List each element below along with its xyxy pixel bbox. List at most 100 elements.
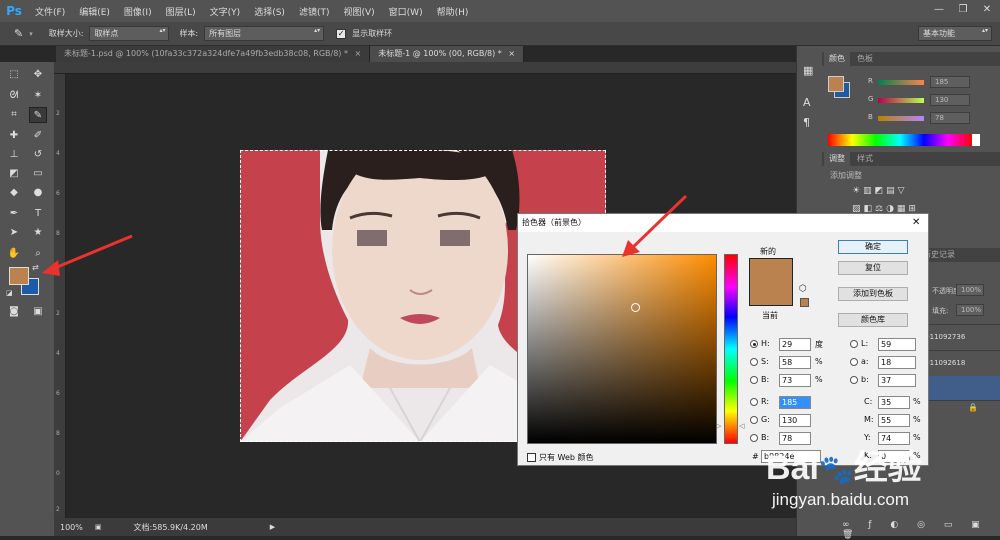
lab-b-input[interactable]: 37 xyxy=(878,374,916,387)
sample-size-label: 取样大小: xyxy=(48,29,84,38)
slider-b[interactable] xyxy=(878,116,924,121)
radio-b[interactable] xyxy=(750,434,758,442)
a-input[interactable]: 18 xyxy=(878,356,916,369)
tool-preset-chevron-icon[interactable]: ▾ xyxy=(29,30,33,38)
menu-select[interactable]: 选择(S) xyxy=(247,5,292,18)
type-tool-icon[interactable]: T xyxy=(29,206,47,222)
spectrum-white[interactable] xyxy=(972,134,980,146)
radio-lab-b[interactable] xyxy=(850,376,858,384)
stamp-tool-icon[interactable]: ⊥ xyxy=(5,147,23,163)
radio-l[interactable] xyxy=(850,340,858,348)
path-select-icon[interactable]: ➤ xyxy=(5,225,23,241)
sample-select[interactable]: 所有图层 xyxy=(204,26,325,41)
restore-button[interactable]: ❐ xyxy=(952,0,974,20)
foreground-color-swatch[interactable] xyxy=(9,267,29,285)
web-only-checkbox[interactable] xyxy=(527,453,536,462)
character-panel-icon[interactable]: A xyxy=(803,96,811,109)
default-colors-icon[interactable]: ◪ xyxy=(6,289,13,297)
saturation-brightness-field[interactable] xyxy=(527,254,717,444)
menu-file[interactable]: 文件(F) xyxy=(28,5,72,18)
radio-r[interactable] xyxy=(750,398,758,406)
menu-image[interactable]: 图像(I) xyxy=(117,5,159,18)
hue-slider[interactable] xyxy=(724,254,738,444)
zoom-level[interactable]: 100% xyxy=(60,523,83,532)
fill-value[interactable]: 100% xyxy=(956,304,984,316)
menu-edit[interactable]: 编辑(E) xyxy=(72,5,117,18)
radio-g[interactable] xyxy=(750,416,758,424)
workspace-select[interactable]: 基本功能 xyxy=(918,26,992,41)
panel-foreground-swatch[interactable] xyxy=(828,76,844,92)
menu-window[interactable]: 窗口(W) xyxy=(382,5,430,18)
r-input[interactable]: 185 xyxy=(779,396,811,409)
eyedropper-tool-icon[interactable]: ✎ xyxy=(29,107,47,123)
adjust-icons-row-1[interactable]: ☀▥◩▤▽ xyxy=(852,186,908,196)
shape-tool-icon[interactable]: ★ xyxy=(29,225,47,241)
value-g[interactable]: 130 xyxy=(930,94,970,106)
tab-close-icon[interactable]: × xyxy=(355,49,362,58)
blur-tool-icon[interactable]: ◆ xyxy=(5,185,23,201)
color-spectrum-bar[interactable] xyxy=(828,134,972,146)
brush-tool-icon[interactable]: ✐ xyxy=(29,128,47,144)
slider-r[interactable] xyxy=(878,80,924,85)
opacity-value[interactable]: 100% xyxy=(956,284,984,296)
l-input[interactable]: 59 xyxy=(878,338,916,351)
eyedropper-icon[interactable]: ✎ xyxy=(14,27,23,40)
tab-swatches[interactable]: 色板 xyxy=(852,52,878,66)
dodge-tool-icon[interactable]: ● xyxy=(29,185,47,201)
paragraph-panel-icon[interactable]: ¶ xyxy=(803,116,810,129)
tab-close-icon[interactable]: × xyxy=(508,49,515,58)
history-brush-icon[interactable]: ↺ xyxy=(29,147,47,163)
tab-adjustments[interactable]: 调整 xyxy=(824,152,850,166)
pen-tool-icon[interactable]: ✒ xyxy=(5,206,23,222)
tab-document-2[interactable]: 未标题-1 @ 100% (00, RGB/8) * × xyxy=(370,46,525,62)
slider-g[interactable] xyxy=(878,98,924,103)
gamut-cube-icon[interactable]: ⬡ xyxy=(799,284,807,294)
value-r[interactable]: 185 xyxy=(930,76,970,88)
minimize-button[interactable]: — xyxy=(928,0,950,20)
ok-button[interactable]: 确定 xyxy=(838,240,908,254)
close-button[interactable]: ✕ xyxy=(976,0,998,20)
lasso-tool-icon[interactable]: ᘛ xyxy=(5,88,23,104)
screen-mode-icon[interactable]: ▣ xyxy=(29,304,47,320)
c-input[interactable]: 35 xyxy=(878,396,910,409)
show-ring-checkbox[interactable]: ✓ xyxy=(336,28,347,39)
hue-slider-left-handle-icon[interactable]: ▷ xyxy=(716,422,721,430)
menu-layer[interactable]: 图层(L) xyxy=(159,5,203,18)
magic-wand-icon[interactable]: ✶ xyxy=(29,88,47,104)
status-menu-icon[interactable]: ▶ xyxy=(270,523,275,531)
web-safe-swatch-icon[interactable] xyxy=(800,298,809,307)
radio-h[interactable] xyxy=(750,340,758,348)
marquee-tool-icon[interactable]: ⬚ xyxy=(5,67,23,83)
move-tool-icon[interactable]: ✥ xyxy=(29,67,47,83)
brightness-input[interactable]: 73 xyxy=(779,374,811,387)
s-input[interactable]: 58 xyxy=(779,356,811,369)
reset-button[interactable]: 复位 xyxy=(838,261,908,275)
color-picker-cursor[interactable] xyxy=(631,303,640,312)
history-panel-icon[interactable]: ▦ xyxy=(803,64,813,77)
healing-brush-icon[interactable]: ✚ xyxy=(5,128,23,144)
eraser-tool-icon[interactable]: ◩ xyxy=(5,166,23,182)
crop-tool-icon[interactable]: ⌗ xyxy=(5,107,23,123)
tab-document-1[interactable]: 未标题-1.psd @ 100% (10fa33c372a324dfe7a49f… xyxy=(56,46,371,62)
value-b[interactable]: 78 xyxy=(930,112,970,124)
hand-tool-icon[interactable]: ✋ xyxy=(5,246,23,262)
swap-colors-icon[interactable]: ⇄ xyxy=(32,263,39,272)
radio-s[interactable] xyxy=(750,358,758,366)
gradient-tool-icon[interactable]: ▭ xyxy=(29,166,47,182)
menu-view[interactable]: 视图(V) xyxy=(336,5,381,18)
dialog-close-icon[interactable]: ✕ xyxy=(912,217,920,228)
radio-brightness[interactable] xyxy=(750,376,758,384)
menu-type[interactable]: 文字(Y) xyxy=(203,5,248,18)
tab-styles[interactable]: 样式 xyxy=(852,152,878,166)
color-libraries-button[interactable]: 颜色库 xyxy=(838,313,908,327)
tab-color[interactable]: 颜色 xyxy=(824,52,850,66)
add-to-swatches-button[interactable]: 添加到色板 xyxy=(838,287,908,301)
menu-help[interactable]: 帮助(H) xyxy=(430,5,476,18)
h-input[interactable]: 29 xyxy=(779,338,811,351)
hue-slider-right-handle-icon[interactable]: ◁ xyxy=(739,422,744,430)
quick-mask-icon[interactable]: ◙ xyxy=(5,304,23,320)
radio-a[interactable] xyxy=(850,358,858,366)
sample-size-select[interactable]: 取样点 xyxy=(89,26,170,41)
menu-filter[interactable]: 滤镜(T) xyxy=(292,5,337,18)
zoom-tool-icon[interactable]: ⌕ xyxy=(29,246,47,262)
